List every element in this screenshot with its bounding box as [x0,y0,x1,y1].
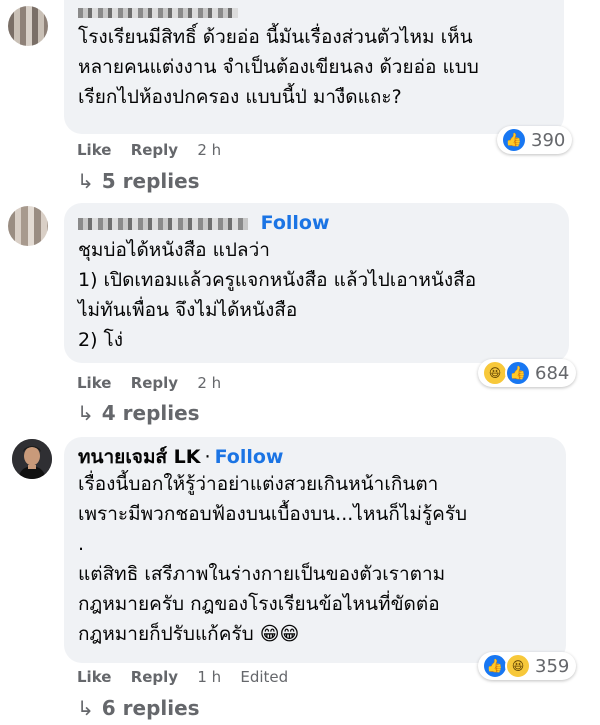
reaction-summary[interactable]: 👍 😆 359 [478,652,577,680]
timestamp[interactable]: 1 h [197,668,221,686]
edited-label: Edited [240,668,289,686]
replies-label: 4 replies [101,401,200,425]
comment-text: โรงเรียนมีสิทธิ์ ด้วยอ่อ นี้มันเรื่องส่ว… [78,26,479,108]
comment-bubble: Follow ชุมบ่อได้หนังสือ แปลว่า 1) เปิดเท… [64,203,569,363]
comment-actions: Like Reply 1 h Edited [77,668,302,686]
reply-arrow-icon: ↳ [77,401,94,425]
author-name[interactable]: ทนายเจมส์ LK [78,446,201,468]
comment-text: ชุมบ่อได้หนังสือ แปลว่า 1) เปิดเทอมแล้วค… [78,239,477,351]
separator-dot: · [204,446,211,468]
blurred-name[interactable] [78,217,248,230]
comment-bubble: โรงเรียนมีสิทธิ์ ด้วยอ่อ นี้มันเรื่องส่ว… [64,0,564,134]
reaction-count: 359 [535,655,570,677]
like-button[interactable]: Like [77,374,111,392]
reaction-count: 390 [531,129,566,151]
avatar[interactable] [12,439,52,479]
follow-button[interactable]: Follow [215,446,284,468]
replies-label: 6 replies [101,696,200,720]
view-replies-button[interactable]: ↳ 5 replies [77,169,200,193]
author-row: Follow [78,211,555,235]
like-icon: 👍 [501,127,527,153]
reply-arrow-icon: ↳ [77,169,94,193]
avatar-photo [12,439,52,479]
avatar[interactable] [8,206,48,246]
like-button[interactable]: Like [77,141,111,159]
reply-button[interactable]: Reply [131,668,178,686]
comment-bubble: ทนายเจมส์ LK · Follow เรื่องนี้บอกให้รู้ว่… [64,437,566,663]
author-row: ทนายเจมส์ LK · Follow [78,445,552,469]
follow-button[interactable]: Follow [261,212,330,234]
author-name-blurred[interactable] [78,0,550,18]
comment-actions: Like Reply 2 h [77,374,235,392]
timestamp[interactable]: 2 h [197,374,221,392]
blurred-name [78,7,238,18]
reply-arrow-icon: ↳ [77,696,94,720]
replies-label: 5 replies [101,169,200,193]
reply-button[interactable]: Reply [131,141,178,159]
avatar[interactable] [8,6,48,46]
view-replies-button[interactable]: ↳ 6 replies [77,696,200,720]
comment-actions: Like Reply 2 h [77,141,235,159]
comment-text: เรื่องนี้บอกให้รู้ว่าอย่าแต่งสวยเกินหน้า… [78,473,468,645]
haha-icon: 😆 [505,653,531,679]
view-replies-button[interactable]: ↳ 4 replies [77,401,200,425]
reaction-count: 684 [535,362,570,384]
reaction-summary[interactable]: 👍 390 [497,126,573,154]
timestamp[interactable]: 2 h [197,141,221,159]
like-button[interactable]: Like [77,668,111,686]
like-icon: 👍 [505,360,531,386]
reply-button[interactable]: Reply [131,374,178,392]
reaction-summary[interactable]: 😆 👍 684 [478,359,577,387]
